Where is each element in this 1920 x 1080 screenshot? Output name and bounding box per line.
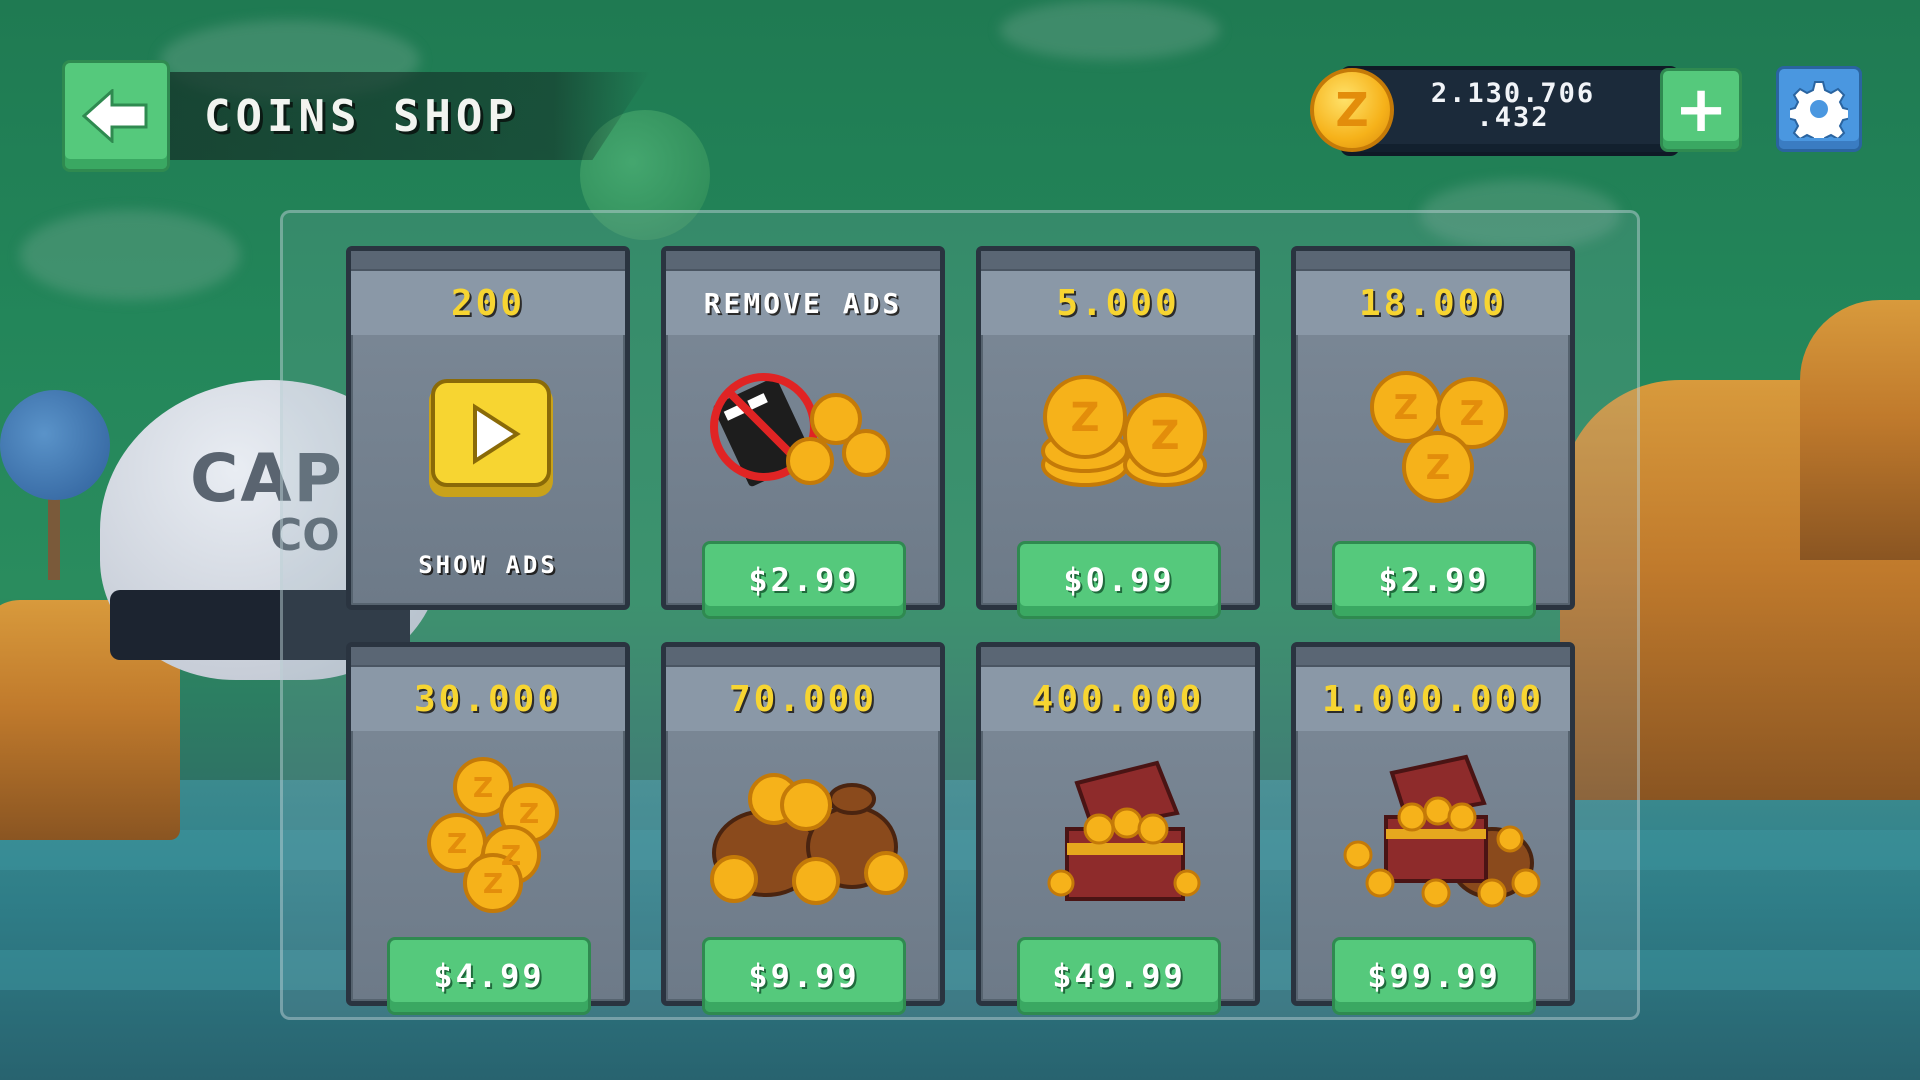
arrow-left-icon bbox=[82, 89, 148, 143]
svg-text:Z: Z bbox=[1070, 395, 1099, 441]
item-amount: 5.000 bbox=[1056, 282, 1180, 324]
svg-text:Z: Z bbox=[483, 867, 503, 900]
shop-item-5000[interactable]: 5.000 Z Z $0.99 bbox=[976, 246, 1260, 619]
item-amount: 400.000 bbox=[1031, 678, 1205, 720]
coin-pile-large-icon: ZZZ ZZ bbox=[427, 757, 559, 913]
price-button[interactable]: $2.99 bbox=[1332, 541, 1536, 619]
page-title: COINS SHOP bbox=[204, 90, 519, 142]
shop-item-watch-ad[interactable]: 200 SHOW ADS bbox=[346, 246, 630, 610]
settings-button[interactable] bbox=[1776, 66, 1862, 152]
no-ads-icon bbox=[710, 373, 890, 487]
price-button[interactable]: $0.99 bbox=[1017, 541, 1221, 619]
price-button[interactable]: $99.99 bbox=[1332, 937, 1536, 1015]
price-button[interactable]: $9.99 bbox=[702, 937, 906, 1015]
shop-item-30000[interactable]: 30.000 ZZZZZ $4.99 bbox=[346, 642, 630, 1015]
item-amount: 18.000 bbox=[1358, 282, 1508, 324]
treasure-chest-icon bbox=[1047, 760, 1201, 901]
coin-balance: 2.130.706 .432 bbox=[1430, 78, 1596, 133]
rock-far-right bbox=[1800, 300, 1920, 560]
show-ads-label: SHOW ADS bbox=[418, 551, 558, 579]
tree-decoration bbox=[0, 390, 110, 500]
add-coins-button[interactable]: + bbox=[1660, 68, 1742, 152]
shop-item-remove-ads[interactable]: REMOVE ADS $2.99 bbox=[661, 246, 945, 619]
gear-icon bbox=[1790, 81, 1848, 138]
coin-bags-icon bbox=[710, 773, 908, 905]
plus-icon: + bbox=[1674, 73, 1728, 147]
shop-item-1000000[interactable]: 1.000.000 $99.99 bbox=[1291, 642, 1575, 1015]
treasure-hoard-icon bbox=[1343, 754, 1541, 908]
coin-icon: Z bbox=[1310, 68, 1394, 152]
item-amount: REMOVE ADS bbox=[703, 286, 903, 320]
item-amount: 1.000.000 bbox=[1321, 678, 1545, 720]
price-button[interactable]: $49.99 bbox=[1017, 937, 1221, 1015]
svg-text:Z: Z bbox=[519, 797, 539, 830]
shop-item-400000[interactable]: 400.000 $49.99 bbox=[976, 642, 1260, 1015]
item-amount: 30.000 bbox=[413, 678, 563, 720]
title-bar: COINS SHOP bbox=[170, 72, 650, 160]
svg-text:Z: Z bbox=[1150, 413, 1179, 459]
coin-pile-icon: Z ZZ bbox=[1370, 371, 1508, 503]
item-amount: 70.000 bbox=[728, 678, 878, 720]
svg-text:Z: Z bbox=[1460, 394, 1485, 434]
svg-text:Z: Z bbox=[1394, 388, 1419, 428]
price-button[interactable]: $4.99 bbox=[387, 937, 591, 1015]
shop-item-18000[interactable]: 18.000 ZZZ $2.99 bbox=[1291, 246, 1575, 619]
svg-text:Z: Z bbox=[1426, 448, 1451, 488]
coin-stacks-icon: Z Z bbox=[1041, 375, 1207, 487]
shop-item-70000[interactable]: 70.000 $9.99 bbox=[661, 642, 945, 1015]
svg-text:Z: Z bbox=[473, 771, 493, 804]
svg-text:Z: Z bbox=[501, 839, 521, 872]
back-button[interactable] bbox=[62, 60, 170, 172]
svg-text:Z: Z bbox=[447, 827, 467, 860]
price-button[interactable]: $2.99 bbox=[702, 541, 906, 619]
play-video-icon bbox=[429, 379, 553, 497]
item-amount: 200 bbox=[450, 282, 526, 324]
